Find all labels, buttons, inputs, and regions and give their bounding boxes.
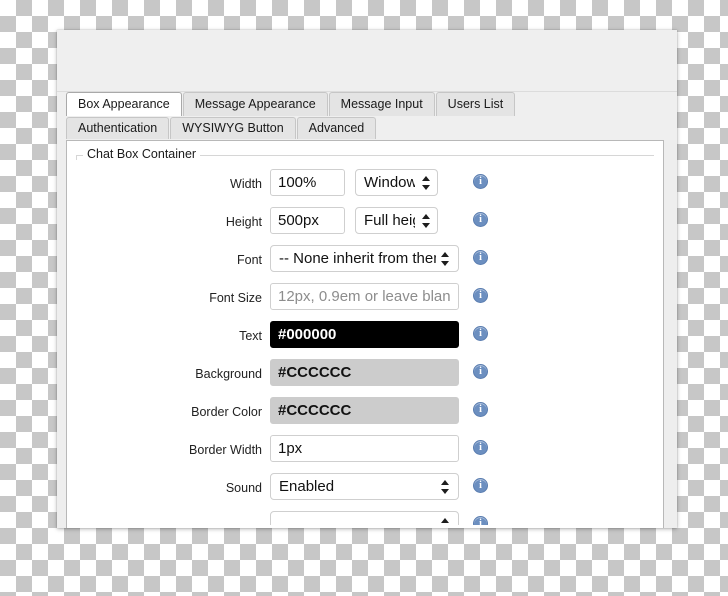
stepper-icon <box>422 212 431 230</box>
field-row-height: Height Full height i <box>67 203 663 241</box>
field-row-sound: Sound Enabled i <box>67 469 663 507</box>
tab-row-primary: Box Appearance Message Appearance Messag… <box>57 92 677 117</box>
stepper-icon <box>441 250 450 268</box>
tab-wysiwyg-button[interactable]: WYSIWYG Button <box>170 117 296 139</box>
input-font-size[interactable] <box>270 283 459 310</box>
info-icon-border-color[interactable]: i <box>473 402 488 417</box>
stepper-icon <box>422 174 431 192</box>
tab-box-appearance[interactable]: Box Appearance <box>66 92 182 116</box>
select-width-mode-value: Window <box>364 174 415 191</box>
label-background-color: Background <box>195 367 262 381</box>
stepper-icon <box>441 516 450 526</box>
settings-window: Box Appearance Message Appearance Messag… <box>57 30 677 528</box>
tab-message-appearance-label: Message Appearance <box>194 97 316 111</box>
input-border-color[interactable] <box>270 397 459 424</box>
group-divider-left-cap <box>76 155 77 160</box>
height-unit-control: Full height <box>355 207 438 234</box>
label-font: Font <box>236 253 262 267</box>
height-control <box>270 207 345 234</box>
label-text-color: Text <box>239 329 262 343</box>
background-color-control <box>270 359 459 386</box>
input-border-width[interactable] <box>270 435 459 462</box>
tab-users-list[interactable]: Users List <box>435 92 516 116</box>
field-row-next-clipped: i <box>67 507 663 525</box>
tab-authentication-label: Authentication <box>78 121 158 135</box>
label-sound: Sound <box>225 481 262 495</box>
select-next-clipped[interactable] <box>270 511 459 525</box>
select-font[interactable]: -- None inherit from theme <box>270 245 459 272</box>
info-icon-text-color[interactable]: i <box>473 326 488 341</box>
info-icon-height[interactable]: i <box>473 212 488 227</box>
info-icon-width[interactable]: i <box>473 174 488 189</box>
select-height-mode-value: Full height <box>364 212 415 229</box>
tab-message-appearance[interactable]: Message Appearance <box>182 92 328 116</box>
settings-form: Width Window i Height <box>67 165 663 528</box>
tab-message-input-label: Message Input <box>340 97 423 111</box>
input-background-color[interactable] <box>270 359 459 386</box>
select-sound[interactable]: Enabled <box>270 473 459 500</box>
label-border-color: Border Color <box>191 405 262 419</box>
label-height: Height <box>225 215 262 229</box>
label-width: Width <box>230 177 262 191</box>
info-icon-border-width[interactable]: i <box>473 440 488 455</box>
next-control-clipped <box>270 511 459 525</box>
field-row-border-width: Border Width i <box>67 431 663 469</box>
info-icon-font[interactable]: i <box>473 250 488 265</box>
tab-row-secondary: Authentication WYSIWYG Button Advanced <box>57 117 677 140</box>
field-row-text-color: Text i <box>67 317 663 355</box>
window-titlebar <box>57 30 677 92</box>
select-width-mode[interactable]: Window <box>355 169 438 196</box>
label-border-width: Border Width <box>189 443 262 457</box>
tab-advanced[interactable]: Advanced <box>296 117 377 139</box>
tab-wysiwyg-button-label: WYSIWYG Button <box>182 121 284 135</box>
select-font-value: -- None inherit from theme <box>279 250 436 267</box>
border-color-control <box>270 397 459 424</box>
select-sound-value: Enabled <box>279 478 335 495</box>
field-row-width: Width Window i <box>67 165 663 203</box>
stepper-icon <box>441 478 450 496</box>
width-control <box>270 169 345 196</box>
field-row-font-size: Font Size i <box>67 279 663 317</box>
input-width[interactable] <box>270 169 345 196</box>
tab-users-list-label: Users List <box>447 97 504 111</box>
tab-message-input[interactable]: Message Input <box>328 92 435 116</box>
sound-control: Enabled <box>270 473 459 500</box>
text-color-control <box>270 321 459 348</box>
info-icon-sound[interactable]: i <box>473 478 488 493</box>
width-unit-control: Window <box>355 169 438 196</box>
input-height[interactable] <box>270 207 345 234</box>
field-row-background-color: Background i <box>67 355 663 393</box>
tab-box-appearance-label: Box Appearance <box>78 97 170 111</box>
info-icon-font-size[interactable]: i <box>473 288 488 303</box>
info-icon-next-clipped[interactable]: i <box>473 516 488 525</box>
field-row-border-color: Border Color i <box>67 393 663 431</box>
input-text-color[interactable] <box>270 321 459 348</box>
tab-authentication[interactable]: Authentication <box>66 117 170 139</box>
tab-advanced-label: Advanced <box>308 121 365 135</box>
select-height-mode[interactable]: Full height <box>355 207 438 234</box>
font-size-control <box>270 283 459 310</box>
font-control: -- None inherit from theme <box>270 245 459 272</box>
border-width-control <box>270 435 459 462</box>
label-font-size: Font Size <box>209 291 262 305</box>
group-legend-chat-box-container: Chat Box Container <box>83 147 201 161</box>
screenshot-canvas: Box Appearance Message Appearance Messag… <box>0 0 728 596</box>
info-icon-background-color[interactable]: i <box>473 364 488 379</box>
field-row-font: Font -- None inherit from theme i <box>67 241 663 279</box>
tab-content-panel: Chat Box Container Width Window i <box>66 140 664 528</box>
